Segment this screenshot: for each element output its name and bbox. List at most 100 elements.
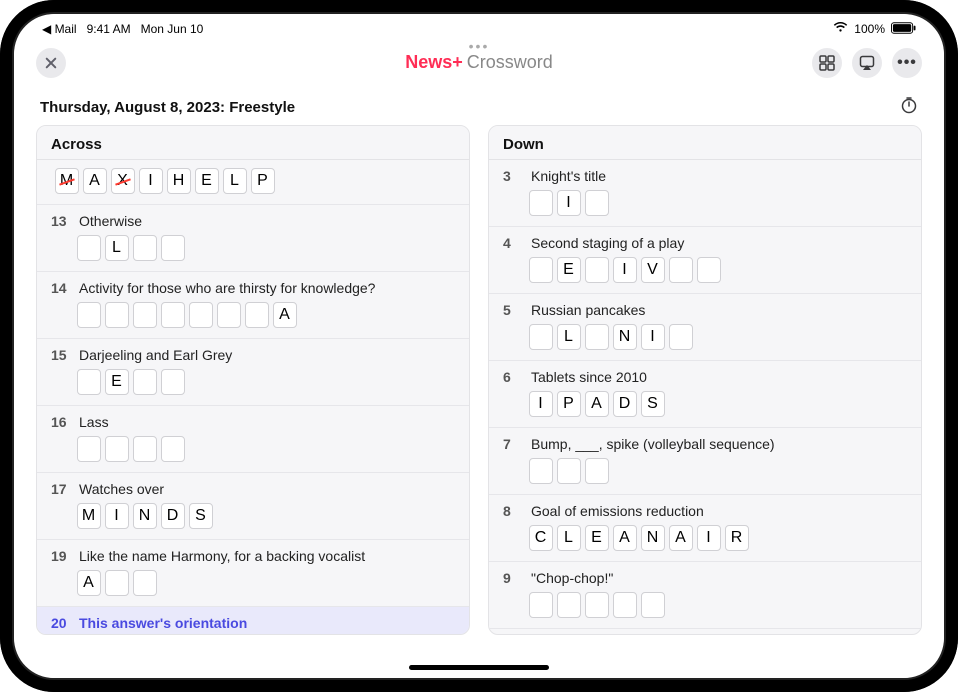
answer-cell[interactable] <box>105 436 129 462</box>
answer-cell[interactable] <box>245 302 269 328</box>
answer-cell[interactable]: A <box>669 525 693 551</box>
grid-view-button[interactable] <box>812 48 842 78</box>
answer-cell[interactable]: N <box>641 525 665 551</box>
answer-cell[interactable]: L <box>105 235 129 261</box>
answer-cell[interactable]: L <box>557 525 581 551</box>
answer-cell[interactable] <box>77 235 101 261</box>
answer-cell[interactable] <box>585 592 609 618</box>
answer-cell[interactable]: I <box>139 168 163 194</box>
answer-cell[interactable] <box>133 570 157 596</box>
down-clue[interactable]: 4Second staging of a playEIV <box>489 227 921 294</box>
answer-cell[interactable] <box>585 257 609 283</box>
answer-cell[interactable]: D <box>161 503 185 529</box>
clue-number: 19 <box>51 548 69 564</box>
answer-cell[interactable]: C <box>529 525 553 551</box>
answer-cell[interactable] <box>557 458 581 484</box>
answer-cell[interactable] <box>669 324 693 350</box>
answer-cell[interactable] <box>557 592 581 618</box>
across-clue[interactable]: 14Activity for those who are thirsty for… <box>37 272 469 339</box>
answer-cell[interactable]: A <box>613 525 637 551</box>
answer-cell[interactable]: L <box>557 324 581 350</box>
answer-cell[interactable] <box>77 302 101 328</box>
answer-cell[interactable]: E <box>585 525 609 551</box>
answer-cell[interactable]: N <box>613 324 637 350</box>
answer-cell[interactable]: P <box>557 391 581 417</box>
answer-cell[interactable]: I <box>529 391 553 417</box>
across-clue[interactable]: 20This answer's orientationACROSS <box>37 607 469 634</box>
answer-cell[interactable] <box>217 302 241 328</box>
answer-cell[interactable] <box>529 458 553 484</box>
across-list[interactable]: MAXIHELP13OtherwiseL14Activity for those… <box>37 160 469 634</box>
answer-cell[interactable]: H <box>167 168 191 194</box>
airplay-button[interactable] <box>852 48 882 78</box>
answer-cell[interactable] <box>529 324 553 350</box>
more-button[interactable]: ••• <box>892 48 922 78</box>
answer-cell[interactable]: A <box>77 570 101 596</box>
answer-cell[interactable] <box>669 257 693 283</box>
answer-cell[interactable] <box>697 257 721 283</box>
home-indicator[interactable] <box>409 665 549 670</box>
answer-cell[interactable] <box>77 369 101 395</box>
answer-cell[interactable]: A <box>585 391 609 417</box>
answer-cell[interactable] <box>529 190 553 216</box>
answer-cell[interactable]: E <box>195 168 219 194</box>
across-clue[interactable]: MAXIHELP <box>37 160 469 205</box>
answer-cell[interactable] <box>585 458 609 484</box>
close-button[interactable] <box>36 48 66 78</box>
answer-cell[interactable] <box>189 302 213 328</box>
across-clue[interactable]: 19Like the name Harmony, for a backing v… <box>37 540 469 607</box>
answer-cell[interactable] <box>133 235 157 261</box>
across-clue[interactable]: 13OtherwiseL <box>37 205 469 272</box>
answer-cell[interactable]: I <box>697 525 721 551</box>
answer-cell[interactable] <box>133 436 157 462</box>
answer-cell[interactable]: D <box>613 391 637 417</box>
clue-number: 17 <box>51 481 69 497</box>
answer-cell[interactable]: I <box>105 503 129 529</box>
answer-cell[interactable]: V <box>641 257 665 283</box>
answer-cell[interactable]: X <box>111 168 135 194</box>
answer-cell[interactable]: S <box>641 391 665 417</box>
answer-cell[interactable]: R <box>725 525 749 551</box>
answer-cell[interactable] <box>133 369 157 395</box>
answer-cell[interactable] <box>161 235 185 261</box>
answer-cell[interactable]: M <box>55 168 79 194</box>
answer-cell[interactable] <box>585 190 609 216</box>
answer-cell[interactable] <box>613 592 637 618</box>
answer-cell[interactable]: N <box>133 503 157 529</box>
down-clue[interactable]: 8Goal of emissions reductionCLEANAIR <box>489 495 921 562</box>
down-clue[interactable]: 7Bump, ___, spike (volleyball sequence) <box>489 428 921 495</box>
answer-cell[interactable] <box>641 592 665 618</box>
answer-cell[interactable] <box>105 302 129 328</box>
down-clue[interactable]: 6Tablets since 2010IPADS <box>489 361 921 428</box>
answer-cell[interactable]: S <box>189 503 213 529</box>
answer-cell[interactable]: I <box>613 257 637 283</box>
answer-cell[interactable]: A <box>83 168 107 194</box>
across-clue[interactable]: 15Darjeeling and Earl GreyE <box>37 339 469 406</box>
answer-cell[interactable] <box>585 324 609 350</box>
answer-cell[interactable]: A <box>273 302 297 328</box>
answer-cell[interactable] <box>529 592 553 618</box>
answer-cell[interactable] <box>161 436 185 462</box>
answer-cell[interactable]: P <box>251 168 275 194</box>
timer-button[interactable] <box>900 96 918 119</box>
across-clue[interactable]: 17Watches overMINDS <box>37 473 469 540</box>
across-clue[interactable]: 16Lass <box>37 406 469 473</box>
back-to-app[interactable]: ◀ Mail <box>42 22 77 36</box>
down-clue[interactable]: 9"Chop-chop!" <box>489 562 921 629</box>
answer-cell[interactable]: E <box>105 369 129 395</box>
answer-cell[interactable]: M <box>77 503 101 529</box>
answer-cell[interactable] <box>77 436 101 462</box>
answer-cells: CLEANAIR <box>529 525 907 551</box>
answer-cell[interactable]: I <box>641 324 665 350</box>
answer-cell[interactable] <box>105 570 129 596</box>
answer-cell[interactable]: I <box>557 190 581 216</box>
answer-cell[interactable]: L <box>223 168 247 194</box>
answer-cell[interactable] <box>161 302 185 328</box>
down-clue[interactable]: 5Russian pancakesLNI <box>489 294 921 361</box>
answer-cell[interactable] <box>133 302 157 328</box>
down-list[interactable]: 3Knight's titleI4Second staging of a pla… <box>489 160 921 634</box>
answer-cell[interactable] <box>161 369 185 395</box>
down-clue[interactable]: 3Knight's titleI <box>489 160 921 227</box>
answer-cell[interactable]: E <box>557 257 581 283</box>
answer-cell[interactable] <box>529 257 553 283</box>
